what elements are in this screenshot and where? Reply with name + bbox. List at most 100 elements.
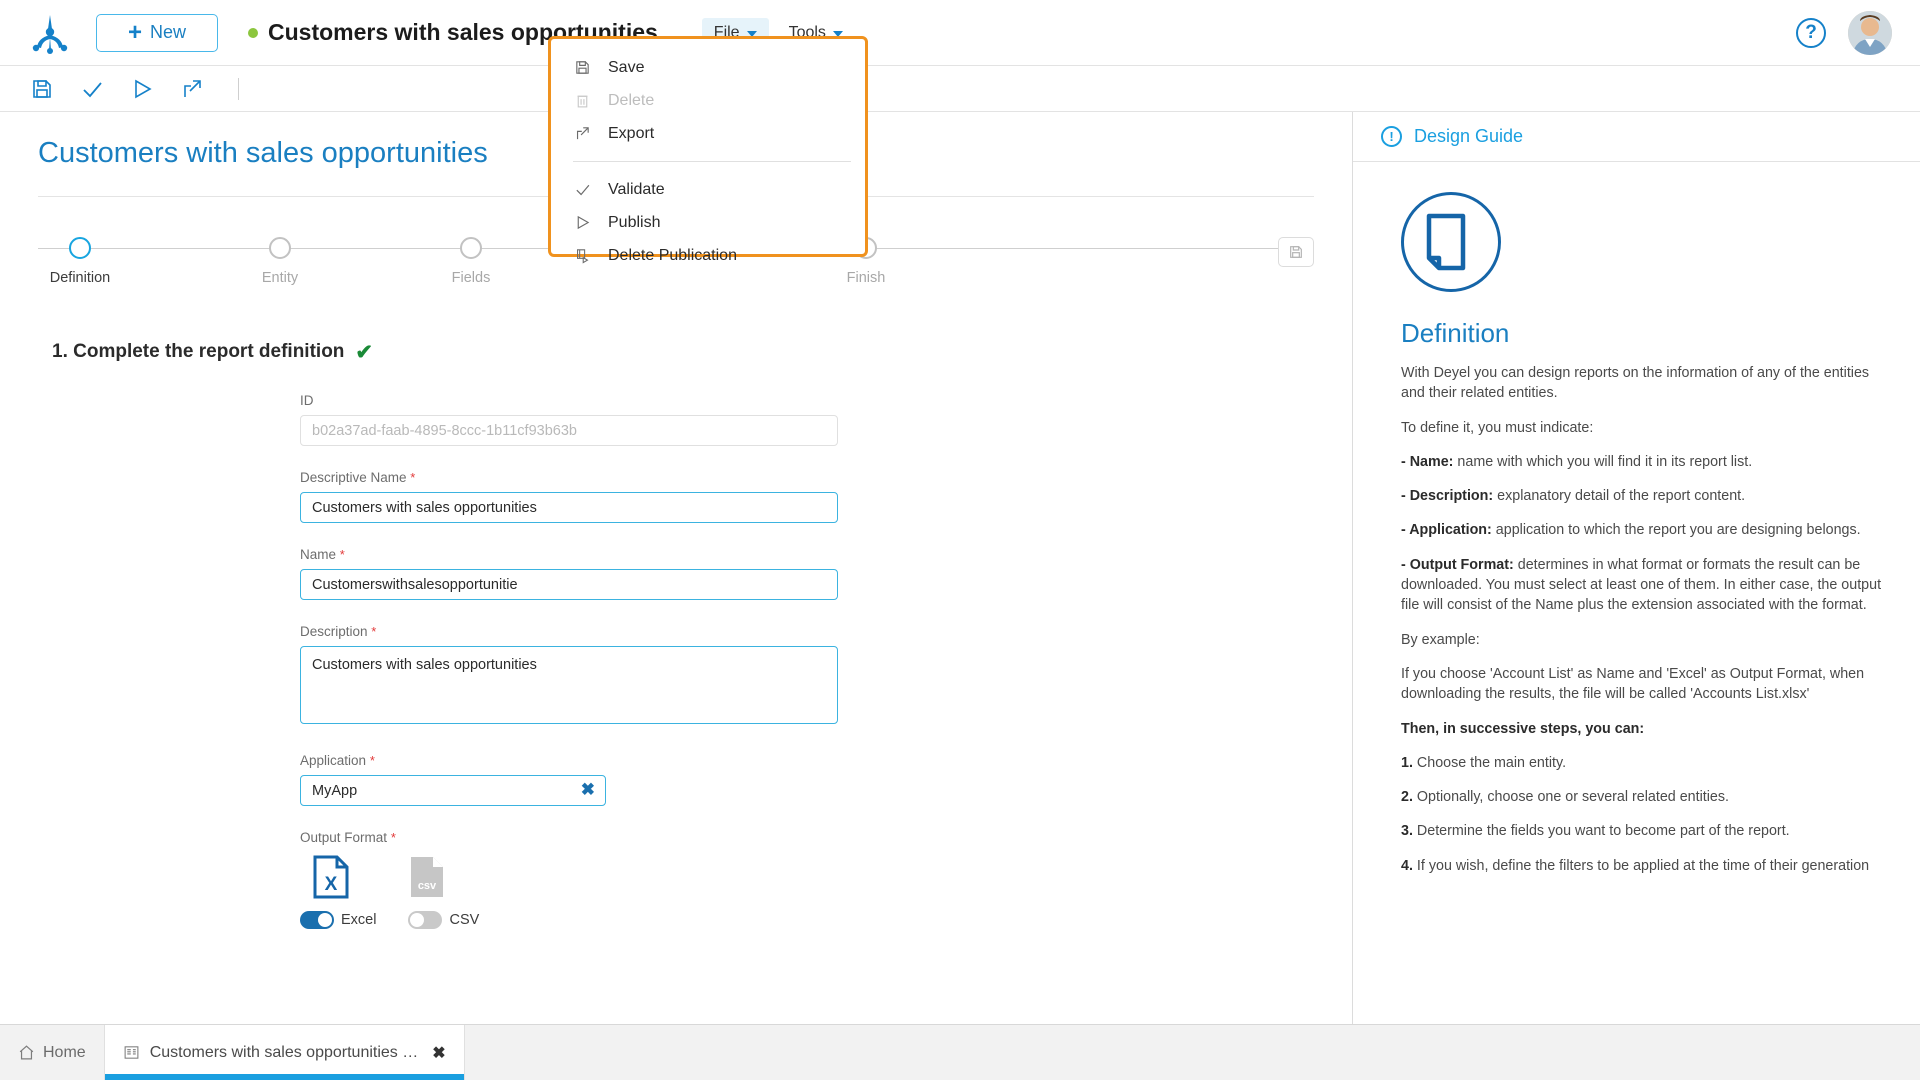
stepper-step-entity[interactable]: Entity xyxy=(220,237,340,286)
field-name: Name * xyxy=(300,547,840,600)
label-text: Descriptive Name xyxy=(300,470,407,485)
stepper-save-button[interactable] xyxy=(1278,237,1314,267)
guide-term: - Description: xyxy=(1401,488,1494,505)
guide-paragraph: - Output Format: determines in what form… xyxy=(1401,555,1890,616)
guide-paragraph: - Description: explanatory detail of the… xyxy=(1401,486,1890,506)
guide-paragraph: - Application: application to which the … xyxy=(1401,520,1890,540)
tool-strip xyxy=(0,66,1920,112)
toolbar-save-icon[interactable] xyxy=(30,77,54,101)
section-heading: 1. Complete the report definition ✔ xyxy=(52,341,1352,363)
user-avatar[interactable] xyxy=(1848,11,1892,55)
menu-item-publish-label: Publish xyxy=(608,213,661,231)
save-icon xyxy=(573,58,592,77)
toggle-group-excel: Excel xyxy=(300,911,376,929)
unpublish-icon xyxy=(573,246,592,265)
taskbar-tab-report[interactable]: Customers with sales opportunities … ✖ xyxy=(103,1025,465,1080)
app-root: + New Customers with sales opportunities… xyxy=(0,0,1920,1080)
menu-item-export[interactable]: Export xyxy=(551,117,865,150)
guide-paragraph: By example: xyxy=(1401,631,1480,648)
guide-term-text: application to which the report you are … xyxy=(1495,522,1861,539)
menu-item-delete-publication-label: Delete Publication xyxy=(608,246,737,264)
descriptive-name-input[interactable] xyxy=(300,492,838,523)
field-id: ID xyxy=(300,393,840,446)
design-guide-panel: ! Design Guide Definition With Deyel you… xyxy=(1352,112,1920,1024)
required-asterisk: * xyxy=(410,470,416,485)
guide-paragraph: 1. Choose the main entity. xyxy=(1401,753,1890,773)
toolbar-publish-play-icon[interactable] xyxy=(130,77,154,101)
menu-item-validate[interactable]: Validate xyxy=(551,173,865,206)
taskbar-home-button[interactable]: Home xyxy=(0,1025,104,1080)
file-dropdown-menu: Save Delete Export Validate Publish Dele… xyxy=(548,36,868,264)
section-complete-check-icon: ✔ xyxy=(355,340,374,364)
application-lookup: ✖ xyxy=(300,775,606,806)
toggle-knob xyxy=(318,913,332,927)
stepper-step-fields[interactable]: Fields xyxy=(411,237,531,286)
guide-paragraph: - Name: name with which you will find it… xyxy=(1401,452,1890,472)
taskbar-tab-label: Customers with sales opportunities … xyxy=(149,1043,419,1061)
step-label: Definition xyxy=(49,270,111,286)
plus-icon: + xyxy=(127,18,142,46)
svg-text:X: X xyxy=(325,874,338,895)
new-button[interactable]: + New xyxy=(96,13,218,52)
stepper-step-definition[interactable]: Definition xyxy=(20,237,140,286)
step-dot xyxy=(269,237,291,259)
help-icon-label: ? xyxy=(1805,22,1817,43)
description-textarea[interactable] xyxy=(300,646,838,724)
csv-toggle[interactable] xyxy=(408,911,443,929)
toolbar-divider xyxy=(238,77,239,100)
label-text: Output Format xyxy=(300,830,388,845)
guide-paragraph: If you choose 'Account List' as Name and… xyxy=(1401,665,1865,703)
definition-form: ID Descriptive Name * Name * Desc xyxy=(300,393,840,929)
guide-term: - Name: xyxy=(1401,453,1454,470)
label-text: Name xyxy=(300,547,337,562)
menu-item-publish[interactable]: Publish xyxy=(551,206,865,239)
menu-item-export-label: Export xyxy=(608,124,655,142)
field-description: Description * xyxy=(300,624,840,729)
field-descriptive-name-label: Descriptive Name * xyxy=(300,470,840,485)
design-guide-body: Definition With Deyel you can design rep… xyxy=(1353,162,1920,876)
step-label: Entity xyxy=(261,270,299,286)
trash-icon xyxy=(573,91,592,110)
menu-item-delete: Delete xyxy=(551,84,865,117)
field-output-format: Output Format * X csv Excel CSV xyxy=(300,830,840,929)
guide-term-text: explanatory detail of the report content… xyxy=(1497,488,1746,505)
name-input[interactable] xyxy=(300,569,838,600)
field-id-label: ID xyxy=(300,393,314,408)
required-asterisk: * xyxy=(339,547,345,562)
toolbar-validate-check-icon[interactable] xyxy=(80,77,104,101)
menu-item-validate-label: Validate xyxy=(608,180,665,198)
guide-paragraph: 3. Determine the fields you want to beco… xyxy=(1401,821,1890,841)
required-asterisk: * xyxy=(369,753,375,768)
application-input[interactable] xyxy=(300,775,606,806)
help-icon[interactable]: ? xyxy=(1796,18,1826,48)
document-status-dot xyxy=(248,27,258,38)
design-guide-header: ! Design Guide xyxy=(1353,112,1920,162)
guide-term-text: Optionally, choose one or several relate… xyxy=(1416,789,1729,806)
toolbar-export-arrow-icon[interactable] xyxy=(180,77,204,101)
excel-toggle[interactable] xyxy=(300,911,334,929)
deyel-logo[interactable] xyxy=(28,11,72,55)
step-label: Fields xyxy=(451,270,491,286)
label-text: Description xyxy=(300,624,368,639)
field-descriptive-name: Descriptive Name * xyxy=(300,470,840,523)
clear-x-icon[interactable]: ✖ xyxy=(581,781,595,798)
guide-paragraph: Then, in successive steps, you can: xyxy=(1401,719,1890,739)
format-excel-icon: X xyxy=(300,855,362,899)
design-guide-section-title: Definition xyxy=(1401,318,1510,348)
check-icon xyxy=(573,180,592,199)
menu-item-save[interactable]: Save xyxy=(551,51,865,84)
close-x-icon[interactable]: ✖ xyxy=(432,1043,445,1063)
menu-item-delete-publication[interactable]: Delete Publication xyxy=(551,239,865,272)
format-csv-icon: csv xyxy=(396,855,458,899)
excel-toggle-label: Excel xyxy=(341,912,377,928)
required-asterisk: * xyxy=(390,830,396,845)
document-page-icon xyxy=(1401,192,1501,292)
field-application: Application * ✖ xyxy=(300,753,840,806)
id-input[interactable] xyxy=(300,415,838,446)
field-application-label: Application * xyxy=(300,753,840,768)
guide-term-text: Choose the main entity. xyxy=(1416,754,1567,771)
guide-term: - Output Format: xyxy=(1401,556,1514,573)
step-dot xyxy=(460,237,482,259)
guide-term-text: Determine the fields you want to become … xyxy=(1416,823,1790,840)
menu-divider xyxy=(573,161,851,162)
